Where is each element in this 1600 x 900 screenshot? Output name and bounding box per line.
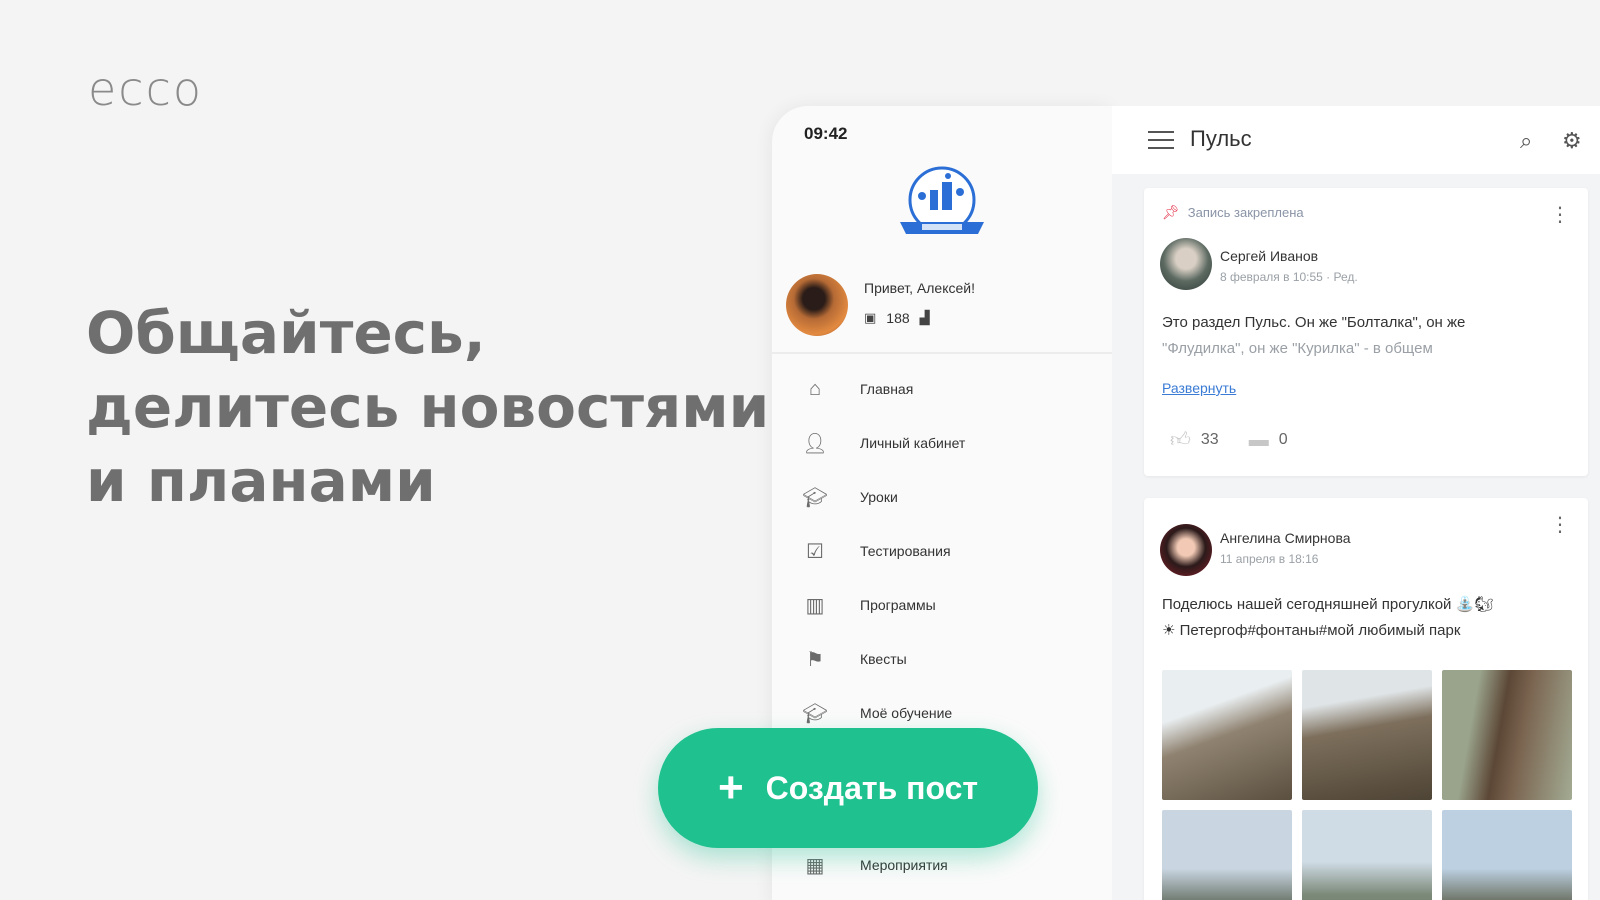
menu-item-tests[interactable]: ☑ Тестирования bbox=[772, 524, 1112, 578]
like-count: 33 bbox=[1200, 431, 1219, 448]
menu-item-quests[interactable]: ⚑ Квесты bbox=[772, 632, 1112, 686]
expand-link[interactable]: Развернуть bbox=[1162, 380, 1236, 396]
post-photo[interactable] bbox=[1162, 810, 1292, 900]
pinned-indicator: 📌︎ Запись закреплена bbox=[1162, 204, 1304, 221]
plus-icon: + bbox=[717, 763, 744, 812]
rating-chart-icon[interactable]: ▟ bbox=[920, 310, 930, 326]
comment-count: 0 bbox=[1278, 431, 1288, 448]
drawer-divider bbox=[772, 352, 1112, 354]
feed-topbar: Пульс ⌕ ⚙ bbox=[1112, 106, 1600, 174]
more-options-icon[interactable]: ⋮ bbox=[1550, 202, 1570, 227]
menu-item-label: Личный кабинет bbox=[860, 435, 966, 451]
pin-icon: 📌︎ bbox=[1162, 204, 1180, 220]
pinned-label: Запись закреплена bbox=[1187, 205, 1304, 220]
menu-item-label: Главная bbox=[860, 381, 914, 397]
menu-item-label: Мероприятия bbox=[860, 857, 948, 873]
home-icon: ⌂ bbox=[808, 377, 822, 400]
menu-item-label: Моё обучение bbox=[860, 705, 953, 721]
post-card: 📌︎ Запись закреплена ⋮ Сергей Иванов 8 ф… bbox=[1144, 188, 1588, 476]
promo-headline: Общайтесь, делитесь новостями и планами bbox=[86, 296, 770, 518]
post-photo[interactable] bbox=[1442, 670, 1572, 800]
post-text: Поделюсь нашей сегодняшней прогулкой ⛲🐿 … bbox=[1162, 592, 1570, 644]
more-options-icon[interactable]: ⋮ bbox=[1550, 512, 1570, 537]
post-text-line-2: ☀ Петергоф#фонтаны#мой любимый парк bbox=[1162, 622, 1461, 639]
calendar-icon: ▦ bbox=[805, 854, 825, 877]
post-date: 11 апреля в 18:16 bbox=[1220, 552, 1319, 566]
post-date: 8 февраля в 10:55 · Ред. bbox=[1220, 270, 1358, 284]
filter-icon[interactable]: ⚙ bbox=[1562, 128, 1582, 154]
author-avatar[interactable] bbox=[1160, 238, 1212, 290]
create-post-label: Создать пост bbox=[765, 769, 979, 806]
headline-line-1: Общайтесь, bbox=[86, 299, 486, 367]
menu-item-label: Тестирования bbox=[860, 543, 951, 559]
quest-map-icon: ⚑ bbox=[806, 648, 824, 671]
create-post-button[interactable]: + Создать пост bbox=[658, 728, 1038, 848]
feed-title: Пульс bbox=[1190, 126, 1252, 151]
brand-logo: ecco bbox=[88, 62, 204, 116]
profile-card[interactable]: Привет, Алексей! ▣ 188 ▟ bbox=[786, 274, 1106, 346]
user-avatar[interactable] bbox=[786, 274, 848, 336]
user-stats: ▣ 188 ▟ bbox=[864, 310, 930, 326]
headline-line-2: делитесь новостями bbox=[86, 373, 770, 441]
author-name[interactable]: Сергей Иванов bbox=[1220, 248, 1318, 264]
status-bar-time: 09:42 bbox=[804, 124, 848, 143]
checkbox-icon: ☑ bbox=[806, 540, 824, 563]
post-reactions: 👍︎ 33 ▬ 0 bbox=[1170, 428, 1288, 452]
post-photo[interactable] bbox=[1302, 670, 1432, 800]
menu-item-profile[interactable]: 👤︎ Личный кабинет bbox=[772, 416, 1112, 470]
user-points: 188 bbox=[886, 310, 910, 326]
post-text-line-2: "Флудилка", он же "Курилка" - в общем bbox=[1162, 340, 1433, 357]
coin-icon: ▣ bbox=[864, 310, 877, 325]
menu-item-home[interactable]: ⌂ Главная bbox=[772, 362, 1112, 416]
menu-item-label: Программы bbox=[860, 597, 936, 613]
search-icon[interactable]: ⌕ bbox=[1520, 128, 1532, 154]
graduation-cap-icon: 🎓︎ bbox=[802, 702, 828, 725]
graduation-cap-icon: 🎓︎ bbox=[802, 486, 828, 509]
person-icon: 👤︎ bbox=[802, 432, 828, 455]
headline-line-3: и планами bbox=[86, 447, 436, 515]
comment-button[interactable]: ▬ 0 bbox=[1249, 428, 1288, 452]
post-photo[interactable] bbox=[1302, 810, 1432, 900]
post-card: ⋮ Ангелина Смирнова 11 апреля в 18:16 По… bbox=[1144, 498, 1588, 900]
menu-icon[interactable] bbox=[1148, 131, 1174, 149]
author-avatar[interactable] bbox=[1160, 524, 1212, 576]
post-text-line-1: Поделюсь нашей сегодняшней прогулкой ⛲🐿 bbox=[1162, 596, 1494, 613]
post-photo[interactable] bbox=[1162, 670, 1292, 800]
pulse-feed: Пульс ⌕ ⚙ 📌︎ Запись закреплена ⋮ Сергей … bbox=[1112, 106, 1600, 900]
thumbs-up-icon: 👍︎ bbox=[1170, 429, 1191, 451]
post-text-line-1: Это раздел Пульс. Он же "Болталка", он ж… bbox=[1162, 314, 1466, 331]
drawer-menu: ⌂ Главная 👤︎ Личный кабинет 🎓︎ Уроки ☑ Т… bbox=[772, 362, 1112, 877]
author-name[interactable]: Ангелина Смирнова bbox=[1220, 530, 1351, 546]
school-emblem-icon bbox=[900, 166, 984, 234]
menu-item-programs[interactable]: ▥ Программы bbox=[772, 578, 1112, 632]
comment-icon: ▬ bbox=[1248, 428, 1269, 451]
like-button[interactable]: 👍︎ 33 bbox=[1170, 428, 1219, 452]
post-text: Это раздел Пульс. Он же "Болталка", он ж… bbox=[1162, 310, 1570, 362]
menu-item-lessons[interactable]: 🎓︎ Уроки bbox=[772, 470, 1112, 524]
user-greeting: Привет, Алексей! bbox=[864, 280, 975, 296]
menu-item-label: Квесты bbox=[860, 651, 907, 667]
post-photo-grid bbox=[1162, 670, 1574, 900]
post-photo[interactable] bbox=[1442, 810, 1572, 900]
book-icon: ▥ bbox=[805, 594, 825, 617]
menu-item-label: Уроки bbox=[860, 489, 898, 505]
